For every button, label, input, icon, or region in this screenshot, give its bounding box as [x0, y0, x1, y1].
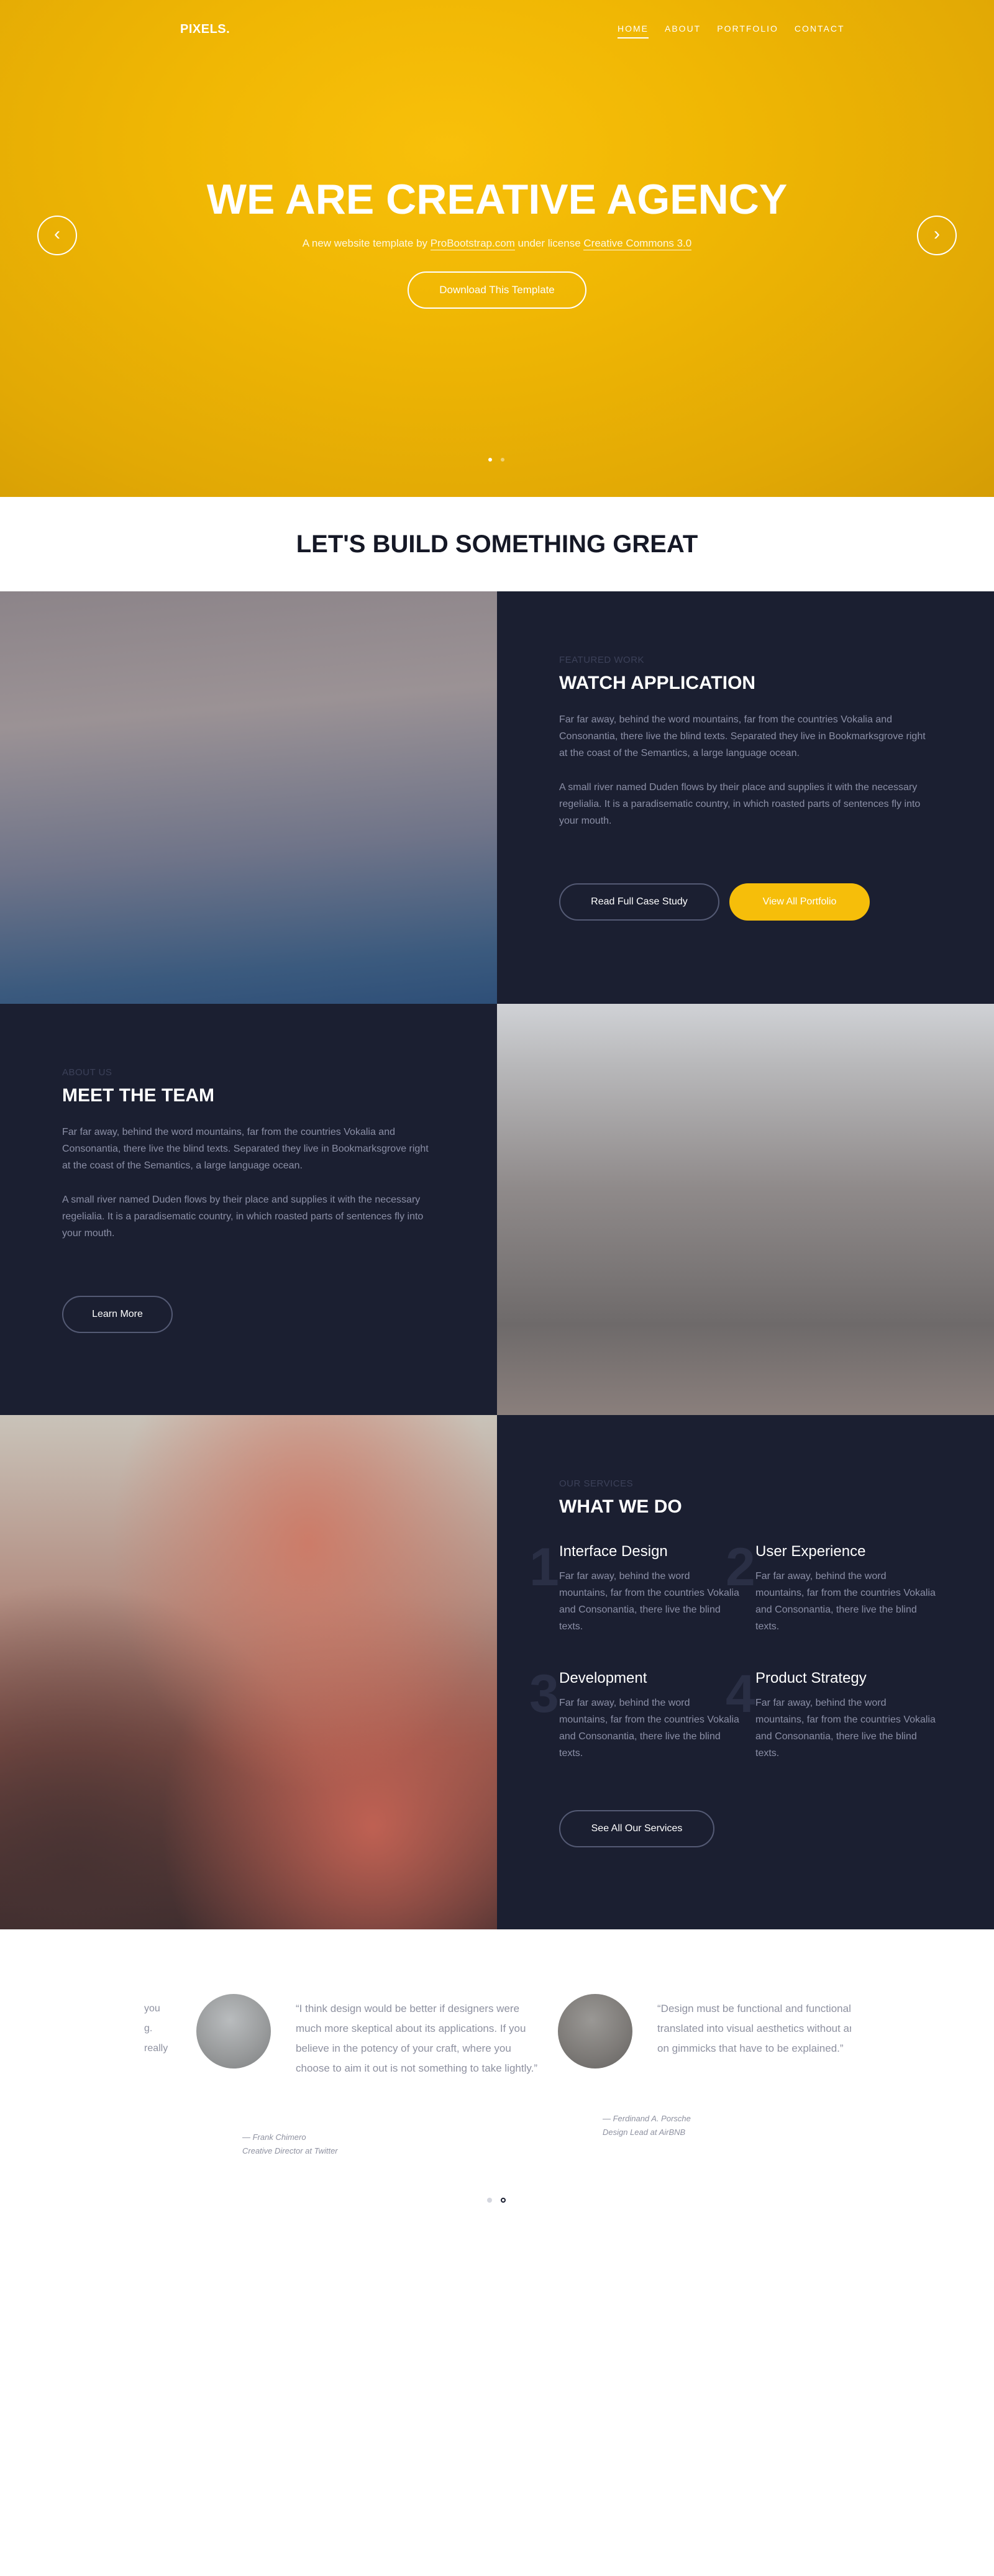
service-text: Far far away, behind the word mountains,…: [755, 1698, 936, 1759]
testimonial-dot-2[interactable]: [501, 2198, 506, 2203]
testimonial-pagination: [487, 2198, 506, 2203]
service-number: 3: [529, 1664, 559, 1724]
hero-subtitle-prefix: A new website template by: [302, 237, 431, 249]
featured-paragraph-1: Far far away, behind the word mountains,…: [559, 714, 926, 758]
testimonials-section: you g. really “I think design would be b…: [0, 1929, 994, 2576]
service-text: Far far away, behind the word mountains,…: [755, 1571, 936, 1632]
service-development: 3 Development Far far away, behind the w…: [529, 1667, 739, 1762]
testimonial-dot-1[interactable]: [487, 2198, 492, 2203]
service-number: 1: [529, 1537, 559, 1597]
nav-item-portfolio[interactable]: PORTFOLIO: [717, 24, 778, 39]
featured-work-image: [0, 591, 497, 1004]
author-name: — Ferdinand A. Porsche: [603, 2114, 691, 2123]
services-kicker: OUR SERVICES: [559, 1478, 634, 1489]
nav-item-home[interactable]: HOME: [618, 24, 649, 39]
section-headline: LET'S BUILD SOMETHING GREAT: [0, 497, 994, 591]
view-portfolio-button[interactable]: View All Portfolio: [729, 883, 870, 921]
download-template-button[interactable]: Download This Template: [408, 271, 586, 309]
about-paragraph-1: Far far away, behind the word mountains,…: [62, 1127, 429, 1171]
about-paragraph-2: A small river named Duden flows by their…: [62, 1195, 424, 1239]
author-name: — Frank Chimero: [242, 2132, 306, 2142]
services-section: OUR SERVICES WHAT WE DO 1 Interface Desi…: [497, 1415, 994, 1929]
service-number: 4: [726, 1664, 755, 1724]
testimonial-quote: “Design must be functional and functiona…: [657, 2003, 851, 2054]
hero-subtitle-middle: under license: [514, 237, 584, 249]
author-role: Design Lead at AirBNB: [603, 2128, 686, 2137]
service-user-experience: 2 User Experience Far far away, behind t…: [726, 1541, 936, 1635]
hero-subtitle: A new website template by ProBootstrap.c…: [0, 237, 994, 250]
top-navigation: PIXELS. HOME ABOUT PORTFOLIO CONTACT: [0, 0, 994, 57]
slider-dot-1[interactable]: [488, 458, 492, 462]
service-title: Development: [559, 1670, 647, 1686]
about-section: ABOUT US MEET THE TEAM Far far away, beh…: [0, 1004, 497, 1415]
service-interface-design: 1 Interface Design Far far away, behind …: [529, 1541, 739, 1635]
fragment-line: you: [144, 2003, 160, 2014]
license-link[interactable]: Creative Commons 3.0: [583, 237, 692, 250]
about-title: MEET THE TEAM: [62, 1085, 214, 1106]
avatar: [196, 1994, 271, 2069]
fragment-line: g.: [144, 2023, 153, 2034]
team-image: [497, 1004, 994, 1415]
service-text: Far far away, behind the word mountains,…: [559, 1571, 739, 1632]
see-all-services-button[interactable]: See All Our Services: [559, 1810, 714, 1847]
services-title: WHAT WE DO: [559, 1496, 682, 1517]
nav-item-about[interactable]: ABOUT: [665, 24, 701, 39]
service-text: Far far away, behind the word mountains,…: [559, 1698, 739, 1759]
read-case-study-button[interactable]: Read Full Case Study: [559, 883, 719, 921]
service-title: Interface Design: [559, 1543, 668, 1560]
slider-dot-2[interactable]: [501, 458, 504, 462]
testimonial-author: — Frank Chimero Creative Director at Twi…: [242, 2131, 404, 2158]
service-number: 2: [726, 1537, 755, 1597]
testimonial-carousel: you g. really “I think design would be b…: [143, 1994, 851, 2193]
featured-title: WATCH APPLICATION: [559, 673, 756, 693]
testimonial-author: — Ferdinand A. Porsche Design Lead at Ai…: [603, 2112, 764, 2139]
author-role: Creative Director at Twitter: [242, 2146, 338, 2155]
service-title: Product Strategy: [755, 1670, 867, 1686]
service-product-strategy: 4 Product Strategy Far far away, behind …: [726, 1667, 936, 1762]
learn-more-button[interactable]: Learn More: [62, 1296, 173, 1333]
testimonial-quote: “I think design would be better if desig…: [296, 2003, 537, 2074]
hero-title: WE ARE CREATIVE AGENCY: [206, 176, 788, 223]
hero-slider: PIXELS. HOME ABOUT PORTFOLIO CONTACT ‹ ›…: [0, 0, 994, 497]
services-image: [0, 1415, 497, 1929]
previous-testimonial-fragment: you g. really: [144, 1999, 168, 2059]
service-title: User Experience: [755, 1543, 866, 1560]
fragment-line: really: [144, 2043, 168, 2054]
probootstrap-link[interactable]: ProBootstrap.com: [430, 237, 515, 250]
logo[interactable]: PIXELS.: [180, 22, 230, 37]
about-kicker: ABOUT US: [62, 1067, 112, 1078]
avatar: [558, 1994, 632, 2069]
main-menu: HOME ABOUT PORTFOLIO CONTACT: [618, 24, 861, 39]
slider-pagination: [488, 458, 504, 462]
nav-item-contact[interactable]: CONTACT: [795, 24, 845, 39]
featured-paragraph-2: A small river named Duden flows by their…: [559, 782, 921, 826]
featured-work-section: FEATURED WORK WATCH APPLICATION Far far …: [497, 591, 994, 1004]
featured-kicker: FEATURED WORK: [559, 655, 645, 665]
